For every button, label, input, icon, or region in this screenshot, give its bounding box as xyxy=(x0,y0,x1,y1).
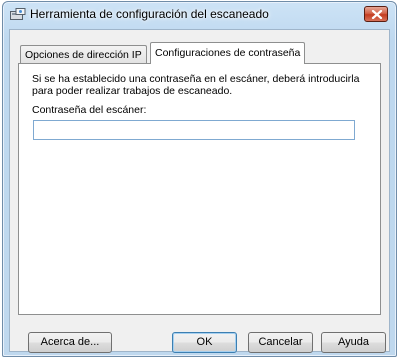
password-label: Contraseña del escáner: xyxy=(32,104,147,116)
help-button[interactable]: Ayuda xyxy=(321,332,386,353)
title-bar[interactable]: Herramienta de configuración del escanea… xyxy=(3,2,396,28)
scanner-tool-icon xyxy=(10,8,26,21)
cancel-button[interactable]: Cancelar xyxy=(248,332,313,353)
tab-password-settings[interactable]: Configuraciones de contraseña xyxy=(150,42,306,64)
password-description: Si se ha establecido una contraseña en e… xyxy=(32,73,360,97)
tab-label: Opciones de dirección IP xyxy=(25,49,142,61)
ok-button-label: OK xyxy=(196,336,213,348)
close-button[interactable] xyxy=(364,6,388,22)
tab-label: Configuraciones de contraseña xyxy=(155,47,301,59)
password-input[interactable] xyxy=(33,120,355,140)
about-button[interactable]: Acerca de... xyxy=(28,332,112,353)
about-button-label: Acerca de... xyxy=(40,336,100,348)
tab-ip-address-options[interactable]: Opciones de dirección IP xyxy=(20,45,147,63)
window-title: Herramienta de configuración del escanea… xyxy=(30,7,269,21)
help-button-label: Ayuda xyxy=(338,336,369,348)
cancel-button-label: Cancelar xyxy=(258,336,303,348)
dialog-body: Opciones de dirección IP Configuraciones… xyxy=(9,29,390,353)
tab-panel: Si se ha establecido una contraseña en e… xyxy=(18,63,381,315)
close-icon xyxy=(371,10,383,19)
dialog-window: Herramienta de configuración del escanea… xyxy=(2,1,397,357)
ok-button[interactable]: OK xyxy=(172,332,237,353)
